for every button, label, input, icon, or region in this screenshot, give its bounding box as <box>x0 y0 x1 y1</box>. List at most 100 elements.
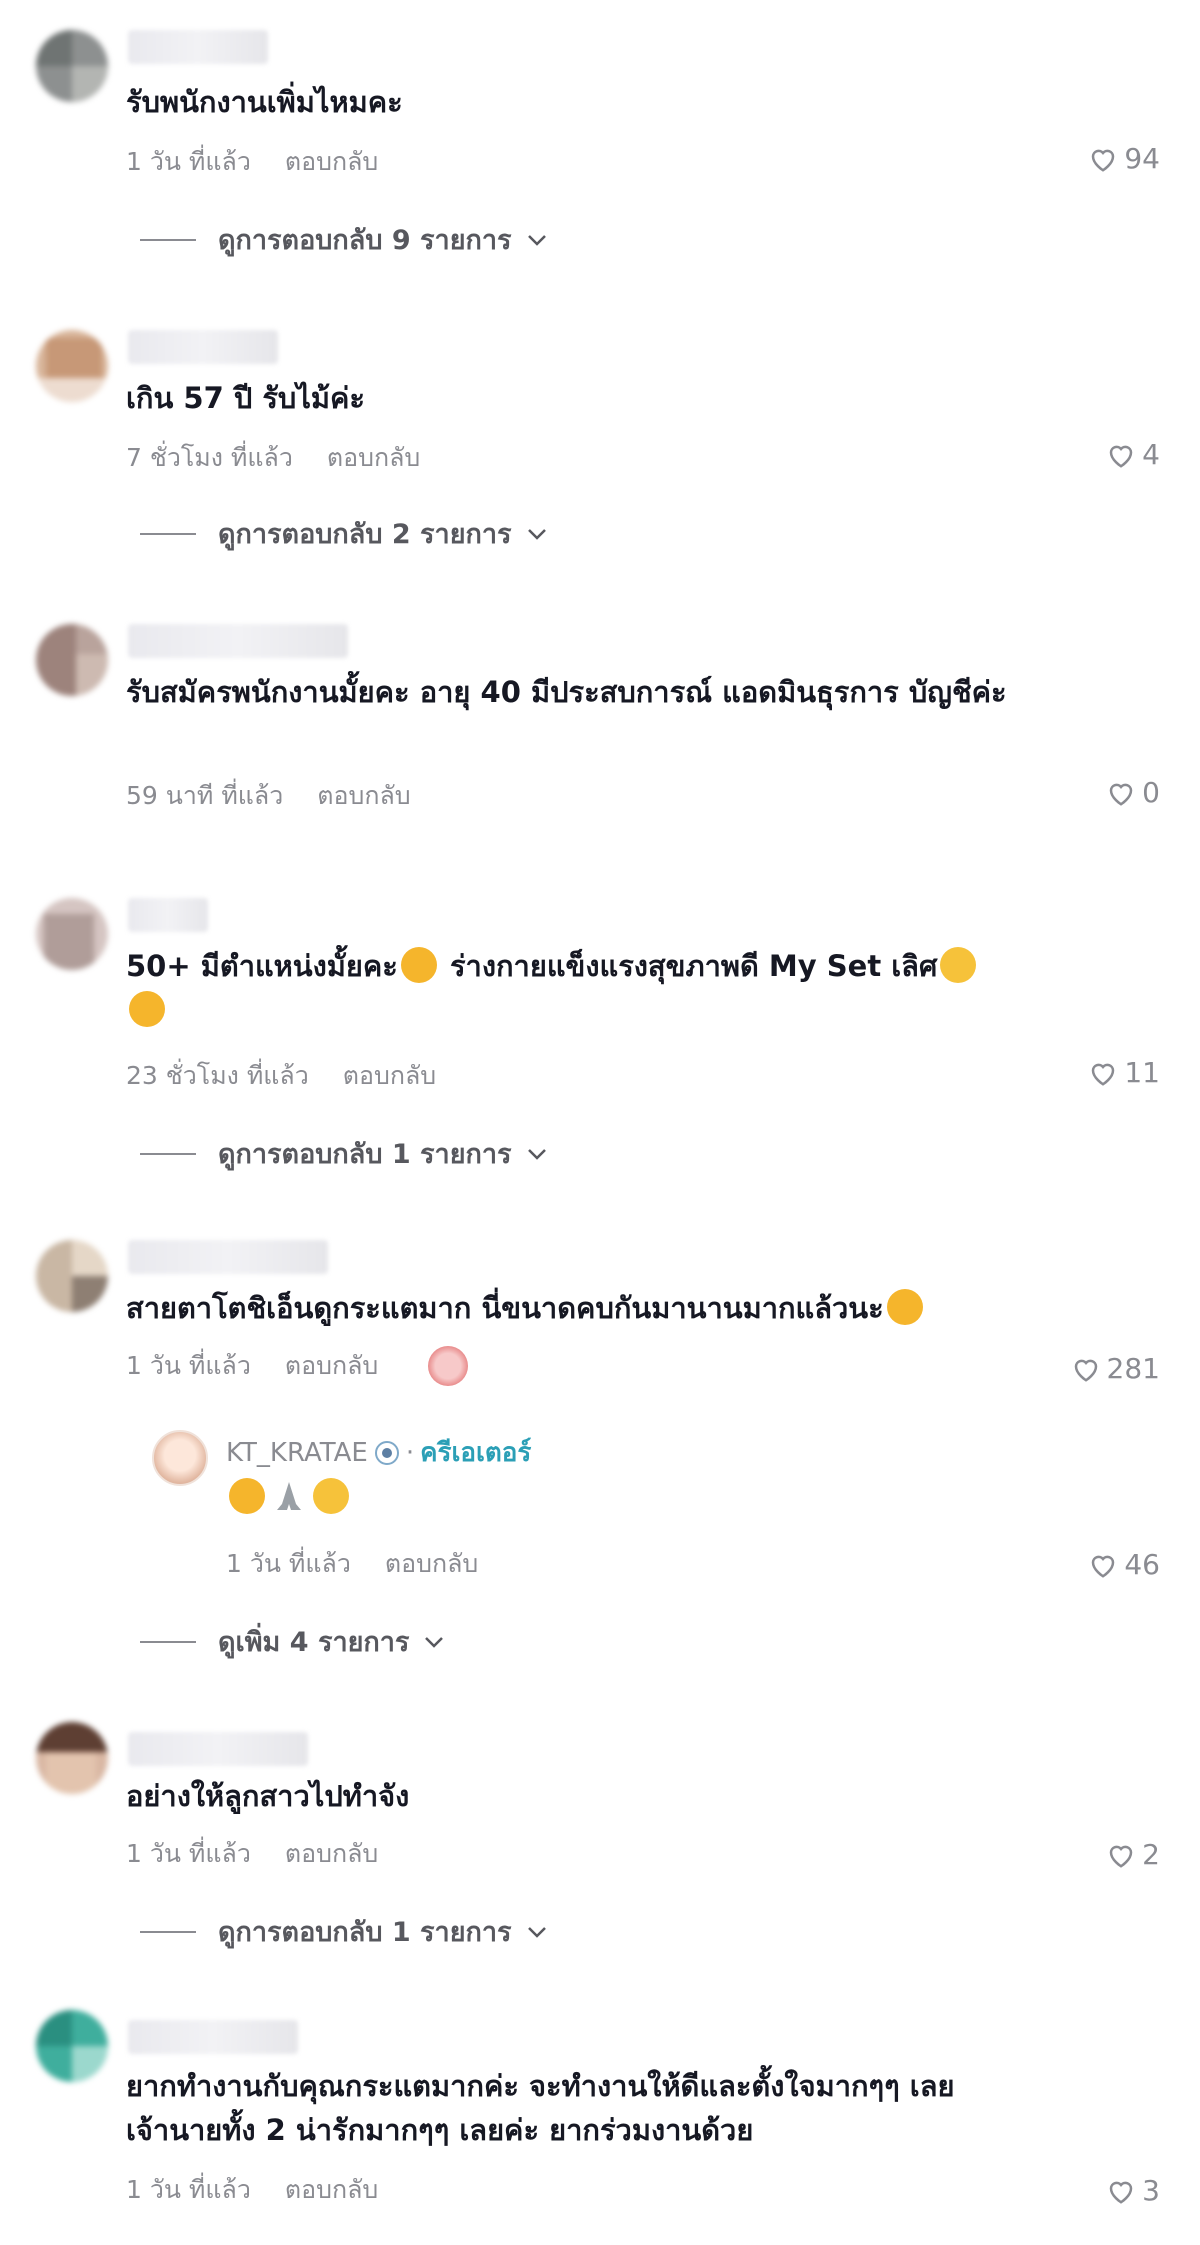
comment-text: เกิน 57 ปี รับไม้ค่ะ <box>126 381 366 415</box>
heart-outline-icon <box>1109 783 1133 806</box>
username-blurred[interactable] <box>128 898 208 932</box>
like-count: 11 <box>1124 1056 1160 1089</box>
heart-outline-icon <box>1109 2181 1133 2204</box>
comment-time: 1 วัน ที่แล้ว <box>226 1549 351 1578</box>
folded-hands-icon <box>271 1478 307 1514</box>
like-button[interactable]: 94 <box>1088 142 1160 175</box>
avatar[interactable] <box>36 2010 108 2082</box>
comment-meta: 1 วัน ที่แล้ว ตอบกลับ <box>126 1834 378 1874</box>
like-count: 2 <box>1142 1838 1160 1871</box>
username-blurred[interactable] <box>128 624 348 658</box>
creator-reply-text <box>226 1478 352 1514</box>
divider <box>140 238 196 241</box>
avatar[interactable] <box>36 624 108 696</box>
username-blurred[interactable] <box>128 2020 298 2054</box>
comment-meta: 1 วัน ที่แล้ว ตอบกลับ <box>126 1346 378 1386</box>
comment-meta: 7 ชั่วโมง ที่แล้ว ตอบกลับ <box>126 438 420 478</box>
view-replies-label: ดูการตอบกลับ 1 รายการ <box>218 1139 512 1170</box>
comment-text-line: ยากทำงานกับคุณกระแตมากค่ะ จะทำงานให้ดีแล… <box>126 2069 955 2103</box>
grinning-face-icon <box>940 947 977 983</box>
view-replies-button[interactable]: ดูการตอบกลับ 1 รายการ <box>140 1910 548 1953</box>
verified-badge-icon <box>374 1440 399 1465</box>
reply-button[interactable]: ตอบกลับ <box>385 1549 478 1578</box>
divider <box>140 532 196 535</box>
chevron-down-icon <box>527 1148 546 1160</box>
comment-meta: 1 วัน ที่แล้ว ตอบกลับ <box>226 1544 478 1584</box>
chevron-down-icon <box>527 528 546 540</box>
view-replies-button[interactable]: ดูการตอบกลับ 9 รายการ <box>140 218 548 261</box>
comment-meta: 1 วัน ที่แล้ว ตอบกลับ <box>126 142 378 182</box>
separator: · <box>405 1437 415 1468</box>
view-replies-label: ดูการตอบกลับ 9 รายการ <box>218 225 512 256</box>
username-blurred[interactable] <box>128 1240 328 1274</box>
avatar[interactable] <box>36 330 108 402</box>
like-count: 94 <box>1124 142 1160 175</box>
username-blurred[interactable] <box>128 1732 308 1766</box>
creator-liked-icon <box>428 1346 468 1386</box>
creator-name-row: KT_KRATAE · ครีเอเตอร์ <box>226 1432 531 1473</box>
comment-time: 1 วัน ที่แล้ว <box>126 1351 251 1380</box>
chevron-down-icon <box>527 1926 546 1938</box>
avatar[interactable] <box>36 30 108 102</box>
chevron-down-icon <box>425 1636 444 1648</box>
view-more-label: ดูเพิ่ม 4 รายการ <box>218 1627 410 1658</box>
like-count: 281 <box>1106 1352 1160 1385</box>
comment-text-line: เจ้านายทั้ง 2 น่ารักมากๆๆ เลยค่ะ ยากร่วม… <box>126 2113 754 2147</box>
like-button[interactable]: 11 <box>1088 1056 1160 1089</box>
like-button[interactable]: 4 <box>1106 438 1160 471</box>
reply-button[interactable]: ตอบกลับ <box>285 2175 378 2204</box>
heart-outline-icon <box>1074 1359 1097 1382</box>
avatar[interactable] <box>36 898 108 970</box>
comment-time: 1 วัน ที่แล้ว <box>126 147 251 176</box>
comment-text: อย่างให้ลูกสาวไปทำจัง <box>126 1779 410 1813</box>
comment-text: รับพนักงานเพิ่มไหมคะ <box>126 85 403 119</box>
smiling-face-with-heart-eyes-icon <box>129 991 165 1027</box>
comment-time: 1 วัน ที่แล้ว <box>126 2175 251 2204</box>
like-count: 3 <box>1142 2174 1160 2207</box>
avatar[interactable] <box>36 1722 108 1794</box>
like-button[interactable]: 46 <box>1088 1548 1160 1581</box>
reply-button[interactable]: ตอบกลับ <box>327 443 420 472</box>
comment-time: 7 ชั่วโมง ที่แล้ว <box>126 443 293 472</box>
like-button[interactable]: 281 <box>1071 1352 1160 1385</box>
reply-button[interactable]: ตอบกลับ <box>285 1839 378 1868</box>
heart-outline-icon <box>1092 1555 1115 1578</box>
comment-text: 50+ มีตำแหน่งมั้ยคะ ร่างกายแข็งแรงสุขภาพ… <box>126 944 1046 1032</box>
reply-button[interactable]: ตอบกลับ <box>285 147 378 176</box>
creator-username[interactable]: KT_KRATAE <box>226 1438 368 1468</box>
reply-button[interactable]: ตอบกลับ <box>285 1351 378 1380</box>
comment-time: 1 วัน ที่แล้ว <box>126 1839 251 1868</box>
like-button[interactable]: 0 <box>1106 776 1160 809</box>
comment-meta: 23 ชั่วโมง ที่แล้ว ตอบกลับ <box>126 1056 436 1096</box>
grinning-face-icon <box>313 1478 349 1514</box>
heart-eyes-emoji-icon <box>229 1478 265 1514</box>
heart-outline-icon <box>1092 149 1115 172</box>
like-button[interactable]: 2 <box>1106 1838 1160 1871</box>
username-blurred[interactable] <box>128 330 278 364</box>
heart-outline-icon <box>1109 1845 1133 1868</box>
reply-button[interactable]: ตอบกลับ <box>317 781 410 810</box>
avatar[interactable] <box>36 1240 108 1312</box>
comment-time: 59 นาที ที่แล้ว <box>126 781 284 810</box>
comment-meta: 1 วัน ที่แล้ว ตอบกลับ <box>126 2170 378 2210</box>
comment-text: ยากทำงานกับคุณกระแตมากค่ะ จะทำงานให้ดีแล… <box>126 2064 1106 2152</box>
like-count: 4 <box>1142 438 1160 471</box>
creator-badge: ครีเอเตอร์ <box>420 1438 532 1468</box>
comment-text-part: 50+ มีตำแหน่งมั้ยคะ <box>126 949 398 983</box>
comment-text: รับสมัครพนักงานมั้ยคะ อายุ 40 มีประสบการ… <box>126 675 1007 709</box>
heart-outline-icon <box>1092 1063 1115 1086</box>
like-button[interactable]: 3 <box>1106 2174 1160 2207</box>
chevron-down-icon <box>527 234 546 246</box>
username-blurred[interactable] <box>128 30 268 64</box>
creator-avatar[interactable] <box>152 1430 208 1486</box>
like-count: 46 <box>1124 1548 1160 1581</box>
view-replies-button[interactable]: ดูการตอบกลับ 1 รายการ <box>140 1132 548 1175</box>
reply-button[interactable]: ตอบกลับ <box>343 1061 436 1090</box>
divider <box>140 1152 196 1155</box>
smiling-face-with-heart-eyes-icon <box>400 947 437 983</box>
view-replies-button[interactable]: ดูการตอบกลับ 2 รายการ <box>140 512 548 555</box>
comment-meta: 59 นาที ที่แล้ว ตอบกลับ <box>126 776 411 816</box>
view-more-button[interactable]: ดูเพิ่ม 4 รายการ <box>140 1620 445 1663</box>
smiling-face-with-heart-eyes-icon <box>886 1289 923 1325</box>
heart-outline-icon <box>1109 445 1133 468</box>
